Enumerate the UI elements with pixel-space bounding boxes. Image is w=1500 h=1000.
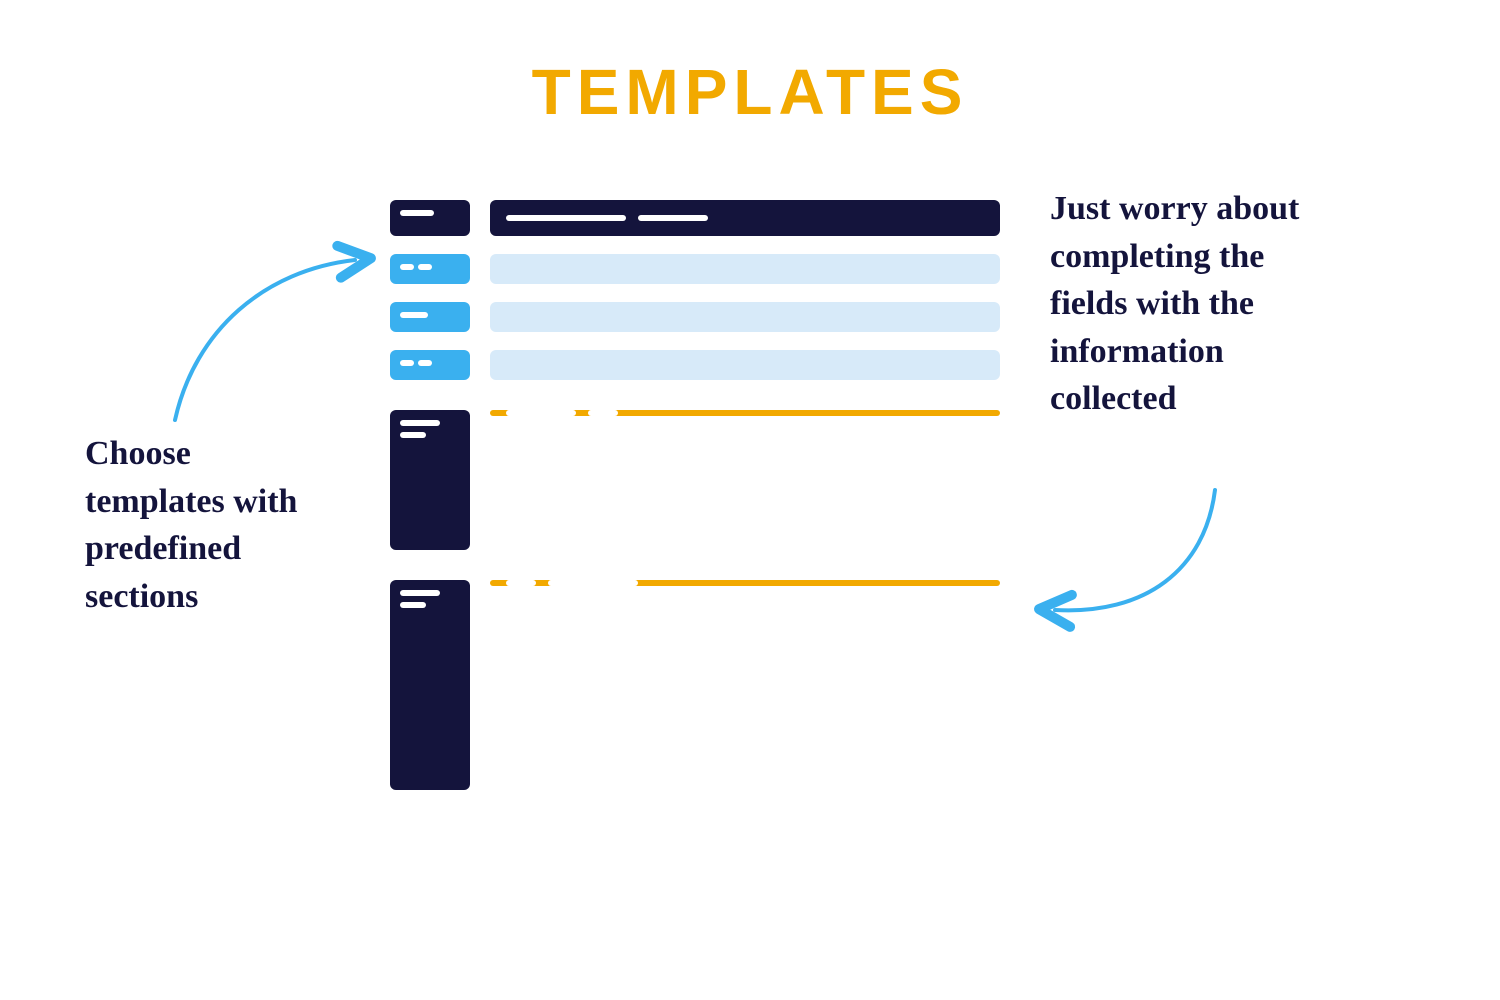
diagram-header-row xyxy=(390,200,1000,236)
templates-infographic: TEMPLATES Choose templates with predefin… xyxy=(0,0,1500,1000)
template-chip-header xyxy=(390,200,470,236)
template-header-bar xyxy=(490,200,1000,236)
arrow-right-icon xyxy=(1035,480,1235,640)
diagram-field-row xyxy=(390,254,1000,284)
template-chip-field xyxy=(390,350,470,380)
template-section-rows xyxy=(490,410,1000,452)
template-field-bar xyxy=(490,302,1000,332)
diagram-section-group xyxy=(390,410,1000,550)
template-section-sidebar xyxy=(390,580,470,790)
template-field-bar xyxy=(490,350,1000,380)
template-section-header xyxy=(490,580,1000,586)
page-title: TEMPLATES xyxy=(0,55,1500,129)
template-chip-field xyxy=(390,254,470,284)
arrow-left-icon xyxy=(155,240,375,430)
diagram-section-group xyxy=(390,580,1000,790)
caption-complete-fields: Just worry about completing the fields w… xyxy=(1050,185,1330,423)
diagram-field-row xyxy=(390,302,1000,332)
template-diagram xyxy=(390,200,1000,790)
template-section-header xyxy=(490,410,1000,416)
diagram-field-row xyxy=(390,350,1000,380)
template-field-bar xyxy=(490,254,1000,284)
template-chip-field xyxy=(390,302,470,332)
template-section-rows xyxy=(490,580,1000,640)
template-section-sidebar xyxy=(390,410,470,550)
caption-choose-templates: Choose templates with predefined section… xyxy=(85,430,335,620)
